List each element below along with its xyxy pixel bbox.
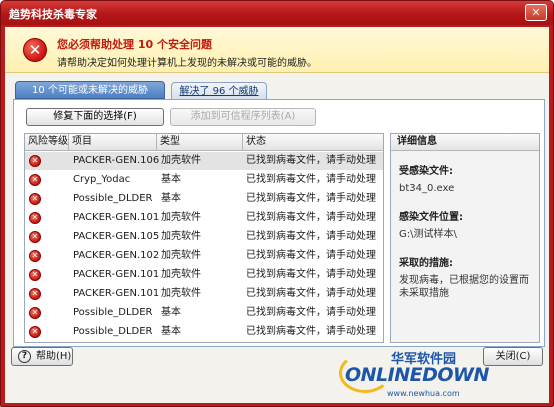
help-button[interactable]: ? 帮助(H) (11, 347, 73, 366)
risk-level-icon: ✕ (29, 193, 41, 205)
tab-resolved-label: 解决了 96 个威胁 (179, 86, 259, 97)
question-icon: ? (18, 350, 31, 363)
action-taken-label: 采取的措施: (399, 258, 453, 269)
close-button[interactable]: 关闭(C) (483, 347, 543, 366)
title-bar[interactable]: 趋势科技杀毒专家 ✕ (1, 1, 553, 25)
threat-name: Cryp_Yodac (73, 174, 131, 185)
threat-type: 加壳软件 (161, 288, 201, 299)
error-x-icon: ✕ (23, 38, 47, 62)
threat-type: 加壳软件 (161, 269, 201, 280)
threat-type: 加壳软件 (161, 212, 201, 223)
threats-panel: 修复下面的选择(F) 添加到可信程序列表(A) 风险等级 项目 类型 状态 ✕ P… (13, 99, 545, 347)
table-row[interactable]: ✕ Possible_DLDER 基本 已找到病毒文件，请手动处理 (25, 323, 383, 341)
threat-name: PACKER-GEN.101 (73, 212, 160, 223)
table-row[interactable]: ✕ PACKER-GEN.101 加壳软件 已找到病毒文件，请手动处理 (25, 285, 383, 303)
table-row[interactable]: ✕ PACKER-GEN.102 加壳软件 已找到病毒文件，请手动处理 (25, 247, 383, 265)
action-taken-value: 发现病毒，已根据您的设置而未采取措施 (399, 275, 529, 299)
threat-state: 已找到病毒文件，请手动处理 (246, 231, 376, 242)
infected-file-label: 受感染文件: (399, 166, 453, 177)
col-header-level[interactable]: 风险等级 (25, 134, 69, 151)
threat-state: 已找到病毒文件，请手动处理 (246, 212, 376, 223)
col-header-state[interactable]: 状态 (243, 134, 383, 151)
threat-name: Possible_DLDER (73, 326, 153, 337)
threat-type: 基本 (161, 193, 181, 204)
help-label: 帮助(H) (36, 351, 72, 362)
file-location-label: 感染文件位置: (399, 212, 463, 223)
threat-type: 基本 (161, 326, 181, 337)
table-row[interactable]: ✕ PACKER-GEN.101 加壳软件 已找到病毒文件，请手动处理 (25, 266, 383, 284)
risk-level-icon: ✕ (29, 269, 41, 281)
alert-subtitle: 请帮助决定如何处理计算机上发现的未解决或可能的威胁。 (57, 58, 317, 69)
threat-type: 加壳软件 (161, 231, 201, 242)
threat-name: PACKER-GEN.106 (73, 155, 160, 166)
infected-file-value: bt34_0.exe (399, 183, 455, 194)
threat-state: 已找到病毒文件，请手动处理 (246, 193, 376, 204)
threat-name: PACKER-GEN.102 (73, 250, 160, 261)
fix-selected-button[interactable]: 修复下面的选择(F) (26, 108, 164, 126)
threat-name: PACKER-GEN.105 (73, 231, 160, 242)
risk-level-icon: ✕ (29, 174, 41, 186)
threat-type: 加壳软件 (161, 250, 201, 261)
client-area: ✕ 您必须帮助处理 10 个安全问题 请帮助决定如何处理计算机上发现的未解决或可… (5, 27, 549, 403)
watermark-logo: 华军软件园 ONLINEDOWN www.newhua.com (339, 347, 489, 405)
alert-title: 您必须帮助处理 10 个安全问题 (57, 38, 212, 51)
threat-state: 已找到病毒文件，请手动处理 (246, 307, 376, 318)
risk-level-icon: ✕ (29, 326, 41, 338)
watermark-url: www.newhua.com (387, 389, 460, 398)
risk-level-icon: ✕ (29, 155, 41, 167)
watermark-en: ONLINEDOWN (345, 364, 489, 386)
threat-state: 已找到病毒文件，请手动处理 (246, 326, 376, 337)
risk-level-icon: ✕ (29, 231, 41, 243)
tab-resolved-threats[interactable]: 解决了 96 个威胁 (171, 82, 267, 100)
threat-state: 已找到病毒文件，请手动处理 (246, 269, 376, 280)
app-window: 趋势科技杀毒专家 ✕ ✕ 您必须帮助处理 10 个安全问题 请帮助决定如何处理计… (0, 0, 554, 407)
threat-state: 已找到病毒文件，请手动处理 (246, 155, 376, 166)
table-row[interactable]: ✕ PACKER-GEN.101 加壳软件 已找到病毒文件，请手动处理 (25, 209, 383, 227)
threats-table: 风险等级 项目 类型 状态 ✕ PACKER-GEN.106 加壳软件 已找到病毒文件… (24, 133, 384, 343)
col-header-name[interactable]: 项目 (69, 134, 157, 151)
window-close-button[interactable]: ✕ (525, 4, 547, 21)
threat-name: PACKER-GEN.101 (73, 269, 160, 280)
details-heading: 详细信息 (391, 134, 539, 151)
table-row[interactable]: ✕ PACKER-GEN.105 加壳软件 已找到病毒文件，请手动处理 (25, 228, 383, 246)
col-header-type[interactable]: 类型 (157, 134, 243, 151)
risk-level-icon: ✕ (29, 288, 41, 300)
threat-state: 已找到病毒文件，请手动处理 (246, 174, 376, 185)
risk-level-icon: ✕ (29, 307, 41, 319)
details-pane: 详细信息 受感染文件: bt34_0.exe 感染文件位置: G:\测试样本\ … (390, 133, 540, 343)
table-row[interactable]: ✕ Possible_DLDER 基本 已找到病毒文件，请手动处理 (25, 304, 383, 322)
add-trusted-button[interactable]: 添加到可信程序列表(A) (170, 108, 316, 126)
threat-name: Possible_DLDER (73, 193, 153, 204)
file-location-value: G:\测试样本\ (399, 229, 457, 240)
tab-unresolved-threats[interactable]: 10 个可能或未解决的威胁 (15, 81, 165, 99)
threat-state: 已找到病毒文件，请手动处理 (246, 250, 376, 261)
threat-state: 已找到病毒文件，请手动处理 (246, 288, 376, 299)
threat-type: 加壳软件 (161, 155, 201, 166)
risk-level-icon: ✕ (29, 250, 41, 262)
threat-type: 基本 (161, 174, 181, 185)
window-title: 趋势科技杀毒专家 (9, 8, 97, 21)
threat-name: PACKER-GEN.101 (73, 288, 160, 299)
risk-level-icon: ✕ (29, 212, 41, 224)
table-row[interactable]: ✕ Cryp_Yodac 基本 已找到病毒文件，请手动处理 (25, 171, 383, 189)
alert-header: ✕ 您必须帮助处理 10 个安全问题 请帮助决定如何处理计算机上发现的未解决或可… (5, 27, 549, 73)
threat-name: Possible_DLDER (73, 307, 153, 318)
table-row[interactable]: ✕ Possible_DLDER 基本 已找到病毒文件，请手动处理 (25, 190, 383, 208)
table-row[interactable]: ✕ PACKER-GEN.106 加壳软件 已找到病毒文件，请手动处理 (25, 152, 383, 170)
threat-type: 基本 (161, 307, 181, 318)
